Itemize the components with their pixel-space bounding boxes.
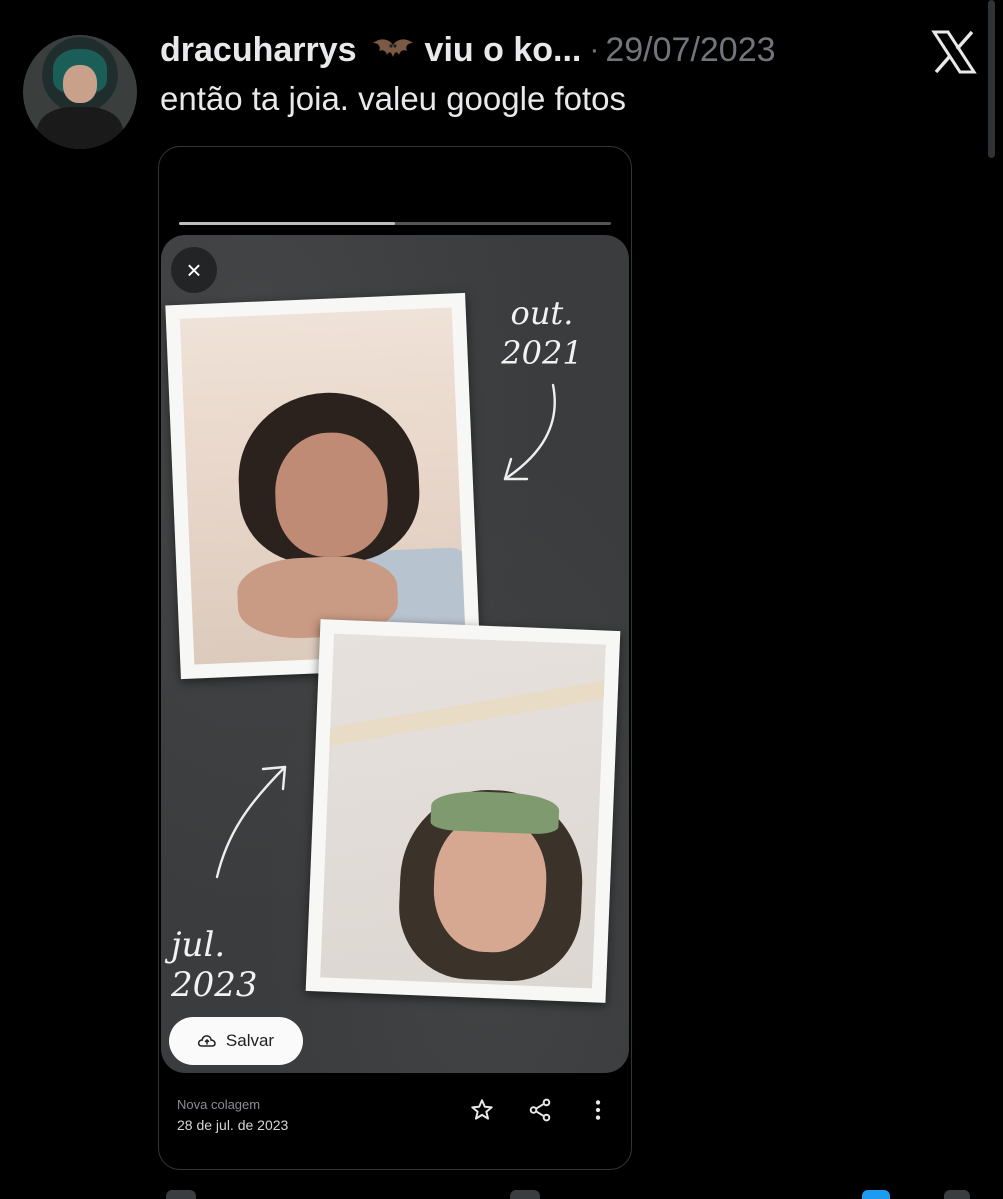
- story-progress-fill: [179, 222, 395, 225]
- ceiling-beam: [320, 669, 606, 749]
- star-icon[interactable]: [469, 1097, 495, 1123]
- display-name-suffix[interactable]: viu o ko...: [425, 31, 582, 70]
- like-icon[interactable]: [510, 1190, 540, 1199]
- more-vert-icon[interactable]: [585, 1097, 611, 1123]
- label-2023: jul. 2023: [171, 925, 281, 1005]
- collage-date: 28 de jul. de 2023: [177, 1117, 289, 1133]
- label-2021: out. 2021: [497, 293, 587, 373]
- share-action-icon[interactable]: [944, 1190, 970, 1199]
- photo-2023-image: [320, 633, 606, 989]
- label-year: 2021: [501, 334, 583, 372]
- share-icon[interactable]: [527, 1097, 553, 1123]
- x-logo-icon[interactable]: [930, 30, 978, 74]
- tweet-date[interactable]: 29/07/2023: [605, 31, 775, 70]
- label-month: out.: [510, 294, 574, 332]
- arrow-down-icon: [503, 383, 556, 481]
- arrow-up-icon: [215, 765, 287, 879]
- display-name[interactable]: dracuharrys: [160, 31, 357, 70]
- photo-2023: [305, 619, 621, 1003]
- avatar-body: [37, 107, 123, 149]
- save-button[interactable]: Salvar: [169, 1017, 303, 1065]
- collage-image: × out. 2021 jul. 2023 Salvar: [161, 235, 629, 1073]
- save-button-label: Salvar: [225, 1031, 275, 1050]
- tweet-header: dracuharrys viu o ko... · 29/07/2023: [160, 28, 776, 72]
- tweet-text: então ta joia. valeu google fotos: [160, 80, 627, 117]
- scrollbar[interactable]: [988, 0, 995, 158]
- story-progress-bar: [179, 222, 611, 225]
- separator-dot: ·: [589, 33, 600, 66]
- close-button[interactable]: ×: [171, 247, 217, 293]
- tweet-media[interactable]: × out. 2021 jul. 2023 Salvar Nova colage…: [158, 146, 632, 1170]
- collage-title: Nova colagem: [177, 1097, 261, 1112]
- label-year: 2023: [171, 965, 258, 1005]
- avatar-face: [63, 65, 97, 103]
- bat-emoji-icon: [372, 39, 413, 57]
- user-avatar[interactable]: [23, 35, 137, 149]
- photo-2021-image: [179, 307, 467, 665]
- reply-icon[interactable]: [166, 1190, 196, 1199]
- bookmark-icon[interactable]: [862, 1190, 890, 1199]
- label-month: jul.: [171, 925, 226, 965]
- green-fringe: [430, 789, 560, 835]
- cloud-upload-icon: [197, 1035, 216, 1047]
